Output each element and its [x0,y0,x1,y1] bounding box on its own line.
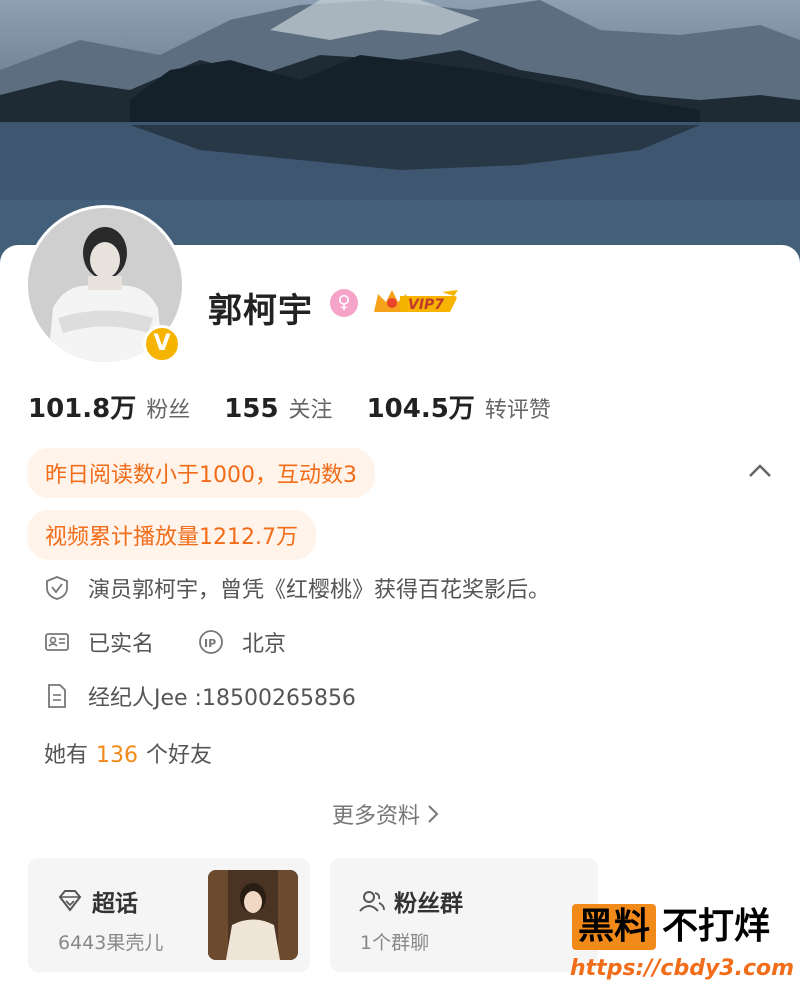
interactions-count[interactable]: 104.5万 [367,388,475,425]
friends-suffix: 个好友 [146,743,213,768]
profile-name: 郭柯宇 [208,291,313,331]
bio-text: 演员郭柯宇，曾凭《红樱桃》获得百花奖影后。 [88,578,551,603]
ip-location-icon: IP [199,630,223,654]
interactions-label[interactable]: 转评赞 [485,392,551,424]
vip-label: VIP7 [408,297,444,313]
group-users-icon [359,891,385,912]
supertopic-card[interactable]: 超话 6443果壳儿 [28,858,310,972]
id-card-icon [45,633,69,651]
friends-row[interactable]: 她有 136 个好友 [44,737,212,769]
fan-group-card[interactable]: 粉丝群 1个群聊 [330,858,598,972]
fan-group-title: 粉丝群 [394,891,463,917]
stats-row: 101.8万 粉丝 155 关注 104.5万 转评赞 [28,388,585,425]
verified-badge-icon: V [143,325,181,363]
watermark-text: 不打烊 [662,906,771,947]
video-plays-pill[interactable]: 视频累计播放量1212.7万 [27,510,316,560]
more-info-label: 更多资料 [332,804,421,829]
following-label[interactable]: 关注 [289,392,333,424]
friends-count[interactable]: 136 [96,743,138,768]
followers-count[interactable]: 101.8万 [28,388,136,425]
supertopic-thumbnail[interactable] [208,870,298,960]
reading-stats-pill[interactable]: 昨日阅读数小于1000，互动数3 [27,448,375,498]
site-watermark: 黑料 不打烊 https://cbdy3.com [568,904,796,992]
friends-prefix: 她有 [44,743,89,768]
chevron-right-icon [428,805,439,823]
supertopic-title: 超话 [92,891,138,917]
svg-text:IP: IP [204,637,216,650]
supertopic-subtitle: 6443果壳儿 [58,932,164,954]
supertopic-title-row: 超话 [56,884,138,918]
verified-shield-icon [46,576,68,600]
bio-row: 演员郭柯宇，曾凭《红樱桃》获得百花奖影后。 [44,572,550,604]
fan-group-subtitle: 1个群聊 [360,932,430,954]
agent-contact-text[interactable]: 经纪人Jee :18500265856 [88,680,356,712]
more-info-link[interactable]: 更多资料 [332,798,440,830]
watermark-badge: 黑料 [572,904,657,950]
real-name-text: 已实名 [88,632,155,657]
followers-label[interactable]: 粉丝 [146,392,190,424]
vip-badge-icon[interactable]: VIP7 [370,286,458,316]
female-gender-icon: ♀ [330,289,358,317]
watermark-url: https://cbdy3.com [570,956,795,981]
agent-row: 经纪人Jee :18500265856 [44,680,356,712]
ip-location-text: 北京 [242,632,287,657]
fan-group-title-row: 粉丝群 [358,884,463,918]
identity-row: 已实名 IP 北京 [44,626,286,658]
following-count[interactable]: 155 [224,394,278,424]
diamond-icon [58,890,82,912]
document-icon [48,684,66,708]
chevron-up-icon[interactable] [745,456,775,486]
